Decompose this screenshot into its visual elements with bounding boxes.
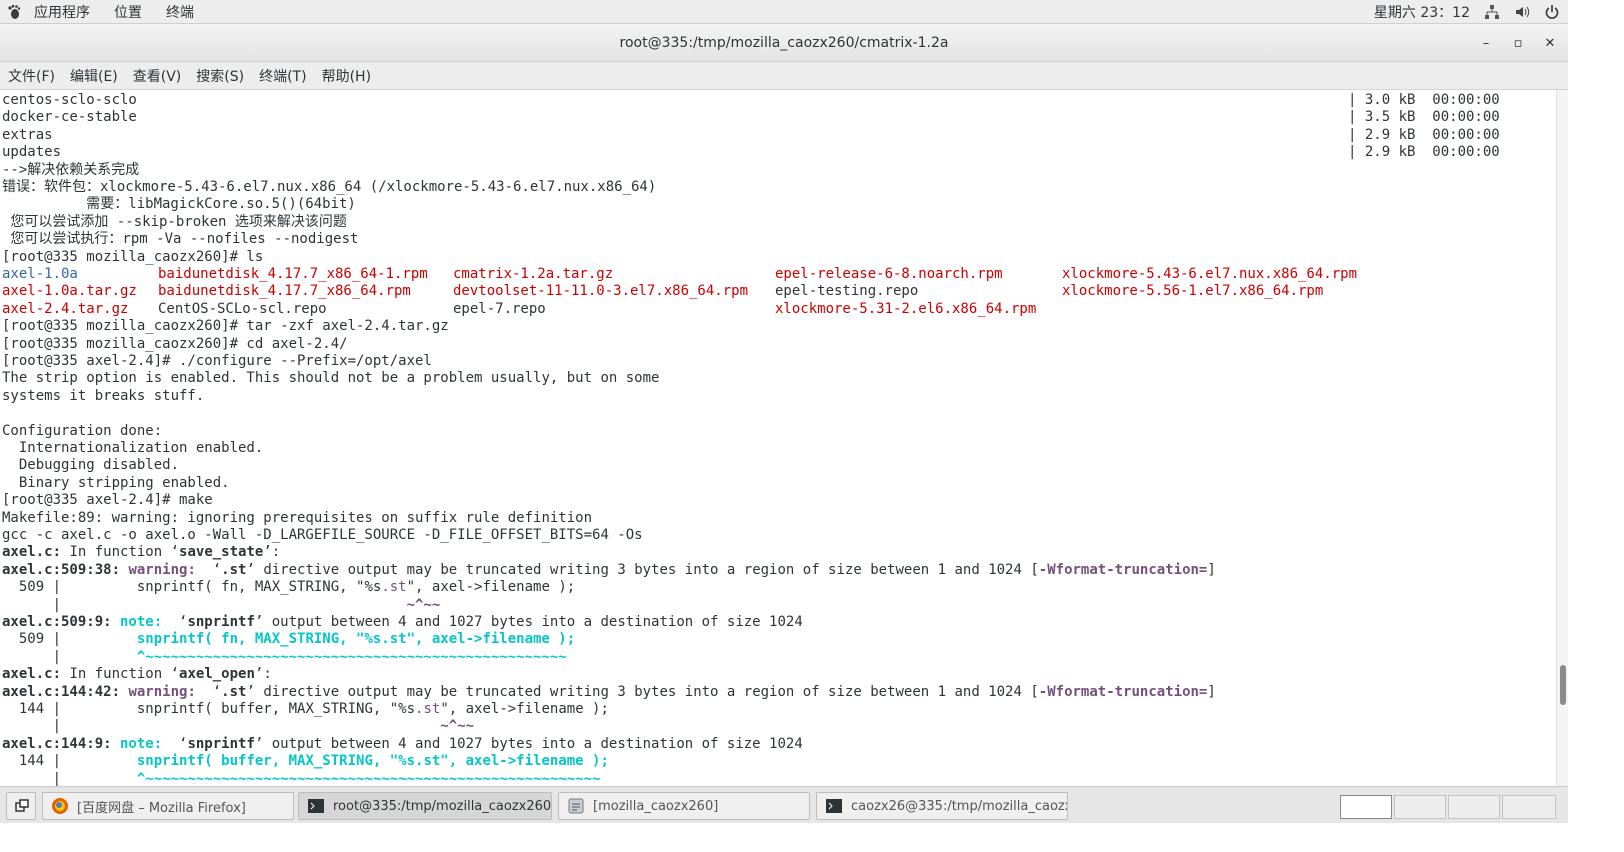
ls-entry: epel-release-6-8.noarch.rpm xyxy=(775,266,1003,282)
gcc-underline-line: | ^~~~~~~~~~~~~~~~~~~~~~~~~~~~~~~~~~~~~~… xyxy=(2,770,601,786)
gcc-source-line: 509 | snprintf( fn, MAX_STRING, "%s.st",… xyxy=(2,579,576,596)
terminal-line: gcc -c axel.c -o axel.o -Wall -D_LARGEFI… xyxy=(2,527,643,543)
terminal-line: [root@335 mozilla_caozx260]# cd axel-2.4… xyxy=(2,335,348,352)
terminal-line: Internationalization enabled. xyxy=(2,440,264,456)
maximize-button[interactable]: ▫ xyxy=(1502,24,1534,62)
terminal-line: extras xyxy=(2,126,53,143)
terminal-line: [root@335 axel-2.4]# ./configure --Prefi… xyxy=(2,353,432,369)
gcc-function-line: axel.c: In function ‘save_state’: xyxy=(2,544,281,561)
repo-size: | 3.5 kB 00:00:00 xyxy=(1348,109,1500,126)
gnome-foot-icon xyxy=(6,4,22,20)
ls-entry: axel-2.4.tar.gz xyxy=(2,300,129,317)
ls-entry: epel-7.repo xyxy=(453,300,546,317)
terminal-line: docker-ce-stable xyxy=(2,109,137,126)
menu-help[interactable]: 帮助(H) xyxy=(322,66,378,86)
gcc-note-line: axel.c:144:9: note: ‘snprintf’ output be… xyxy=(2,735,803,752)
terminal-icon xyxy=(825,797,843,815)
ls-entry: xlockmore-5.31-2.el6.x86_64.rpm xyxy=(775,300,1037,317)
file-manager-icon xyxy=(567,797,585,815)
terminal-app-menu[interactable]: 终端 xyxy=(162,2,206,22)
gcc-warning-line: axel.c:144:42: warning: ‘.st’ directive … xyxy=(2,683,1216,700)
firefox-icon xyxy=(51,797,69,815)
menu-search[interactable]: 搜索(S) xyxy=(196,66,251,86)
repo-size: | 2.9 kB 00:00:00 xyxy=(1348,126,1500,143)
terminal-line: 需要：libMagickCore.so.5()(64bit) xyxy=(2,196,356,213)
menu-view[interactable]: 查看(V) xyxy=(133,66,189,86)
workspace-2[interactable] xyxy=(1394,795,1446,819)
gcc-warning-line: axel.c:509:38: warning: ‘.st’ directive … xyxy=(2,561,1216,578)
power-icon[interactable] xyxy=(1544,4,1560,20)
taskbar-item-firefox[interactable]: [百度网盘 – Mozilla Firefox] xyxy=(42,792,294,820)
menu-file[interactable]: 文件(F) xyxy=(8,66,62,86)
terminal-icon xyxy=(307,797,325,815)
terminal-line: [root@335 axel-2.4]# make xyxy=(2,492,213,509)
terminal-scrollbar[interactable] xyxy=(1556,90,1568,786)
workspace-3[interactable] xyxy=(1448,795,1500,819)
menu-bar: 文件(F) 编辑(E) 查看(V) 搜索(S) 终端(T) 帮助(H) xyxy=(0,62,1568,90)
ls-entry: xlockmore-5.43-6.el7.nux.x86_64.rpm xyxy=(1062,266,1358,282)
show-desktop-icon xyxy=(13,797,31,815)
ls-entry: baidunetdisk_4.17.7_x86_64-1.rpm xyxy=(158,266,428,282)
terminal-line: Binary stripping enabled. xyxy=(2,474,230,491)
ls-entry: baidunetdisk_4.17.7_x86_64.rpm xyxy=(158,283,411,300)
gcc-source-line: 144 | snprintf( buffer, MAX_STRING, "%s.… xyxy=(2,701,609,717)
terminal-line: Makefile:89: warning: ignoring prerequis… xyxy=(2,509,593,526)
terminal-line: -->解决依赖关系完成 xyxy=(2,161,140,178)
terminal-line: [root@335 mozilla_caozx260]# ls xyxy=(2,248,264,265)
taskbar-item-terminal-root[interactable]: root@335:/tmp/mozilla_caozx260/··· xyxy=(298,792,552,820)
gcc-function-line: axel.c: In function ‘axel_open’: xyxy=(2,666,272,683)
terminal-line: 错误：软件包：xlockmore-5.43-6.el7.nux.x86_64 (… xyxy=(2,179,657,195)
repo-size: | 2.9 kB 00:00:00 xyxy=(1348,144,1500,161)
top-bar: 应用程序 位置 终端 星期六 23：12 xyxy=(0,0,1568,24)
terminal-line: 您可以尝试添加 --skip-broken 选项来解决该问题 xyxy=(2,213,347,230)
ls-entry: xlockmore-5.56-1.el7.x86_64.rpm xyxy=(1062,283,1324,300)
places-menu[interactable]: 位置 xyxy=(110,2,154,22)
window-title: root@335:/tmp/mozilla_caozx260/cmatrix-1… xyxy=(619,35,949,51)
scrollbar-thumb[interactable] xyxy=(1560,665,1566,705)
window-titlebar[interactable]: root@335:/tmp/mozilla_caozx260/cmatrix-1… xyxy=(0,24,1568,62)
terminal-output[interactable]: centos-sclo-sclo | 3.0 kB 00:00:00 docke… xyxy=(0,90,1556,786)
applications-menu[interactable]: 应用程序 xyxy=(30,2,102,22)
repo-size: | 3.0 kB 00:00:00 xyxy=(1348,92,1500,108)
workspace-1[interactable] xyxy=(1340,795,1392,819)
close-button[interactable]: ✕ xyxy=(1534,24,1566,62)
terminal-line: [root@335 mozilla_caozx260]# tar -zxf ax… xyxy=(2,318,449,335)
menu-edit[interactable]: 编辑(E) xyxy=(70,66,125,86)
ls-entry: axel-1.0a.tar.gz xyxy=(2,283,137,300)
gcc-source-line: 144 | snprintf( buffer, MAX_STRING, "%s.… xyxy=(2,753,609,770)
workspace-4[interactable] xyxy=(1502,795,1556,819)
terminal-line: Debugging disabled. xyxy=(2,457,180,474)
clock[interactable]: 星期六 23：12 xyxy=(1374,2,1470,22)
terminal-line: 您可以尝试执行：rpm -Va --nofiles --nodigest xyxy=(2,231,359,248)
ls-entry: epel-testing.repo xyxy=(775,283,919,300)
volume-icon[interactable] xyxy=(1514,4,1530,20)
terminal-line: The strip option is enabled. This should… xyxy=(2,370,660,387)
ls-entry: axel-1.0a xyxy=(2,266,78,282)
ls-entry: cmatrix-1.2a.tar.gz xyxy=(453,266,614,282)
gcc-underline-line: | ^~~~~~~~~~~~~~~~~~~~~~~~~~~~~~~~~~~~~~… xyxy=(2,648,567,665)
gcc-caret-line: | ~^~~ xyxy=(2,718,475,735)
ls-entry: CentOS-SCLo-scl.repo xyxy=(158,300,327,317)
gcc-source-line: 509 | snprintf( fn, MAX_STRING, "%s.st",… xyxy=(2,631,576,648)
network-icon[interactable] xyxy=(1484,4,1500,20)
show-desktop-button[interactable] xyxy=(6,792,36,820)
taskbar-item-terminal-user[interactable]: caozx26@335:/tmp/mozilla_caozx··· xyxy=(816,792,1068,820)
terminal-line: updates xyxy=(2,144,62,161)
menu-terminal[interactable]: 终端(T) xyxy=(259,66,313,86)
gcc-caret-line: | ~^~~ xyxy=(2,596,441,613)
terminal-line: centos-sclo-sclo xyxy=(2,92,137,108)
terminal-line: Configuration done: xyxy=(2,422,163,439)
gcc-note-line: axel.c:509:9: note: ‘snprintf’ output be… xyxy=(2,614,803,630)
taskbar: [百度网盘 – Mozilla Firefox] root@335:/tmp/m… xyxy=(0,786,1568,823)
minimize-button[interactable]: – xyxy=(1470,24,1502,62)
taskbar-item-file-manager[interactable]: [mozilla_caozx260] xyxy=(558,792,810,820)
terminal-line: systems it breaks stuff. xyxy=(2,387,205,404)
ls-entry: devtoolset-11-11.0-3.el7.x86_64.rpm xyxy=(453,283,749,300)
